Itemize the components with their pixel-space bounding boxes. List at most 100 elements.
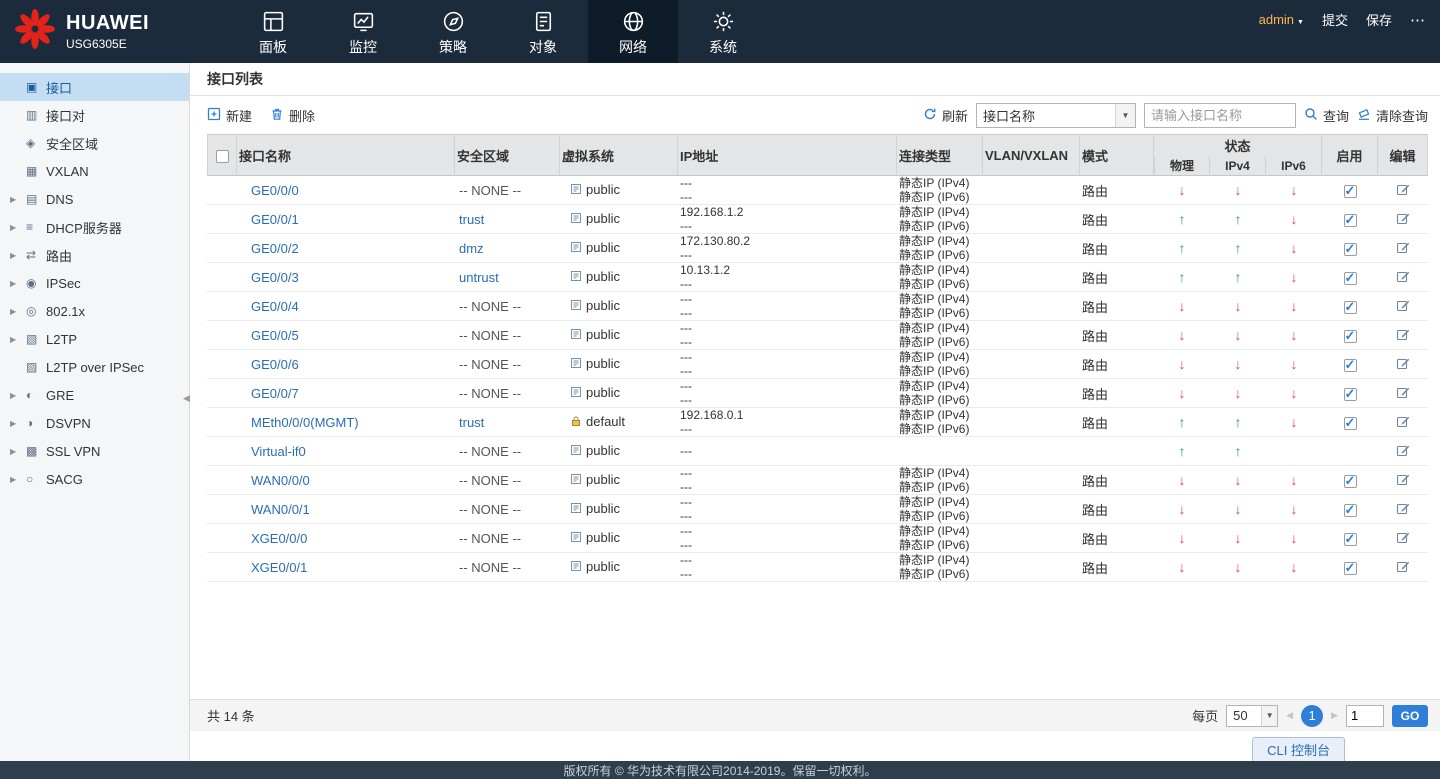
nav-tab-monitor[interactable]: 监控 xyxy=(318,0,408,63)
expand-arrow-icon[interactable]: ▶ xyxy=(10,419,26,428)
sidebar-item-interface[interactable]: ▶▣接口 xyxy=(0,73,189,101)
delete-button[interactable]: 删除 xyxy=(270,106,315,125)
enable-checkbox[interactable] xyxy=(1343,560,1357,576)
enable-checkbox[interactable] xyxy=(1343,270,1357,286)
sidebar-item-sacg[interactable]: ▶ ○ SACG xyxy=(0,465,189,493)
edit-icon[interactable] xyxy=(1396,182,1410,196)
new-button[interactable]: 新建 xyxy=(207,106,252,125)
page-jump-input[interactable] xyxy=(1346,704,1384,727)
enable-checkbox[interactable] xyxy=(1343,241,1357,257)
nav-tab-system[interactable]: 系统 xyxy=(678,0,768,63)
interface-name-link[interactable]: GE0/0/1 xyxy=(251,212,299,227)
more-menu-icon[interactable]: ⋯ xyxy=(1410,11,1426,29)
expand-arrow-icon[interactable]: ▶ xyxy=(10,475,26,484)
zone-link[interactable]: dmz xyxy=(459,241,484,256)
sidebar-item-security-zone[interactable]: ▶◈安全区域 xyxy=(0,129,189,157)
next-page-icon[interactable]: ▶ xyxy=(1331,710,1338,721)
enable-checkbox[interactable] xyxy=(1343,531,1357,547)
edit-icon[interactable] xyxy=(1396,501,1410,515)
interface-name-link[interactable]: MEth0/0/0(MGMT) xyxy=(251,415,359,430)
sidebar-item-interface-pair[interactable]: ▶▥接口对 xyxy=(0,101,189,129)
nav-tab-object[interactable]: 对象 xyxy=(498,0,588,63)
interface-name-link[interactable]: WAN0/0/1 xyxy=(251,502,310,517)
interface-name-link[interactable]: XGE0/0/1 xyxy=(251,560,307,575)
interface-name-link[interactable]: GE0/0/4 xyxy=(251,299,299,314)
sidebar-item-l2tp-over-ipsec[interactable]: ▶▨L2TP over IPSec xyxy=(0,353,189,381)
per-page-select[interactable]: 50 ▼ xyxy=(1226,704,1279,727)
expand-arrow-icon[interactable]: ▶ xyxy=(10,223,26,232)
go-button[interactable]: GO xyxy=(1392,704,1428,727)
sidebar-collapse-handle[interactable]: ◀ xyxy=(183,393,190,404)
zone-link[interactable]: untrust xyxy=(459,270,499,285)
sidebar-item-dns[interactable]: ▶ ▤ DNS xyxy=(0,185,189,213)
enable-checkbox[interactable] xyxy=(1343,502,1357,518)
sidebar-item-route[interactable]: ▶ ⇄ 路由 xyxy=(0,241,189,269)
interface-name-link[interactable]: GE0/0/3 xyxy=(251,270,299,285)
commit-button[interactable]: 提交 xyxy=(1322,10,1348,29)
sidebar-item-dsvpn[interactable]: ▶ ◑ DSVPN xyxy=(0,409,189,437)
interface-name-link[interactable]: GE0/0/6 xyxy=(251,357,299,372)
interface-name-link[interactable]: GE0/0/2 xyxy=(251,241,299,256)
sidebar-item-dot1x[interactable]: ▶ ◎ 802.1x xyxy=(0,297,189,325)
edit-icon[interactable] xyxy=(1396,472,1410,486)
query-button[interactable]: 查询 xyxy=(1304,106,1349,125)
sidebar-item-ssl-vpn[interactable]: ▶ ▩ SSL VPN xyxy=(0,437,189,465)
interface-name-link[interactable]: Virtual-if0 xyxy=(251,444,306,459)
filter-field-select[interactable]: 接口名称 ▼ xyxy=(975,102,1136,128)
save-button[interactable]: 保存 xyxy=(1366,10,1392,29)
clear-query-button[interactable]: 清除查询 xyxy=(1357,106,1428,125)
zone-text: -- NONE -- xyxy=(459,182,522,198)
enable-checkbox[interactable] xyxy=(1343,415,1357,431)
nav-tab-dashboard[interactable]: 面板 xyxy=(228,0,318,63)
edit-icon[interactable] xyxy=(1396,356,1410,370)
zone-link[interactable]: trust xyxy=(459,212,484,227)
enable-checkbox[interactable] xyxy=(1343,212,1357,228)
cli-console-button[interactable]: CLI 控制台 xyxy=(1252,737,1345,761)
sidebar-item-dhcp-server[interactable]: ▶ ≡ DHCP服务器 xyxy=(0,213,189,241)
edit-icon[interactable] xyxy=(1396,298,1410,312)
expand-arrow-icon[interactable]: ▶ xyxy=(10,251,26,260)
refresh-button[interactable]: 刷新 xyxy=(923,106,968,125)
user-menu[interactable]: admin ▼ xyxy=(1259,12,1304,27)
expand-arrow-icon[interactable]: ▶ xyxy=(10,307,26,316)
edit-icon[interactable] xyxy=(1396,414,1410,428)
edit-icon[interactable] xyxy=(1396,559,1410,573)
expand-arrow-icon[interactable]: ▶ xyxy=(10,335,26,344)
interface-name-link[interactable]: XGE0/0/0 xyxy=(251,531,307,546)
edit-icon[interactable] xyxy=(1396,385,1410,399)
interface-pair-icon: ▥ xyxy=(26,108,38,122)
edit-icon[interactable] xyxy=(1396,443,1410,457)
sidebar-item-gre[interactable]: ▶ ◐ GRE xyxy=(0,381,189,409)
expand-arrow-icon[interactable]: ▶ xyxy=(10,279,26,288)
current-page-button[interactable]: 1 xyxy=(1301,704,1324,727)
enable-checkbox[interactable] xyxy=(1343,473,1357,489)
interface-name-link[interactable]: GE0/0/7 xyxy=(251,386,299,401)
cell-enable xyxy=(1322,263,1379,292)
nav-tab-network[interactable]: 网络 xyxy=(588,0,678,63)
interface-name-link[interactable]: WAN0/0/0 xyxy=(251,473,310,488)
enable-checkbox[interactable] xyxy=(1343,183,1357,199)
edit-icon[interactable] xyxy=(1396,327,1410,341)
zone-link[interactable]: trust xyxy=(459,415,484,430)
expand-arrow-icon[interactable]: ▶ xyxy=(10,391,26,400)
prev-page-icon[interactable]: ◀ xyxy=(1286,710,1293,721)
enable-checkbox[interactable] xyxy=(1343,328,1357,344)
sidebar-item-vxlan[interactable]: ▶▦VXLAN xyxy=(0,157,189,185)
sidebar-item-ipsec[interactable]: ▶ ◉ IPSec xyxy=(0,269,189,297)
enable-checkbox[interactable] xyxy=(1343,357,1357,373)
select-all-checkbox[interactable] xyxy=(215,149,229,163)
edit-icon[interactable] xyxy=(1396,211,1410,225)
interface-name-link[interactable]: GE0/0/5 xyxy=(251,328,299,343)
expand-arrow-icon[interactable]: ▶ xyxy=(10,195,26,204)
edit-icon[interactable] xyxy=(1396,240,1410,254)
enable-checkbox[interactable] xyxy=(1343,299,1357,315)
edit-icon[interactable] xyxy=(1396,530,1410,544)
enable-checkbox[interactable] xyxy=(1343,386,1357,402)
nav-tab-policy[interactable]: 策略 xyxy=(408,0,498,63)
top-right-actions: admin ▼ 提交 保存 ⋯ xyxy=(1259,10,1426,29)
interface-name-link[interactable]: GE0/0/0 xyxy=(251,183,299,198)
sidebar-item-l2tp[interactable]: ▶ ▧ L2TP xyxy=(0,325,189,353)
edit-icon[interactable] xyxy=(1396,269,1410,283)
expand-arrow-icon[interactable]: ▶ xyxy=(10,447,26,456)
search-input[interactable] xyxy=(1143,102,1296,128)
